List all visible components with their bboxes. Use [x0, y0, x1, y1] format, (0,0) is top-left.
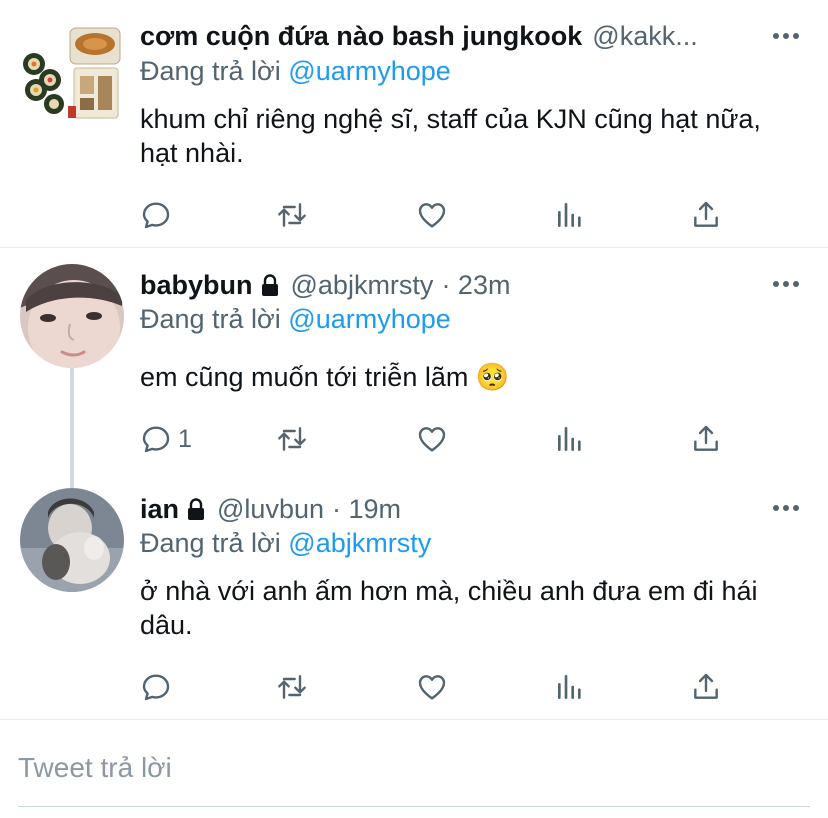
like-icon [418, 203, 446, 228]
reply-icon [142, 202, 170, 229]
reply-button[interactable] [140, 670, 172, 704]
analytics-button[interactable] [554, 422, 586, 456]
composer-underline [18, 806, 810, 807]
display-name[interactable]: ian [140, 494, 179, 525]
tweet-2[interactable]: babybun @abjkmrsty · 23m Đang trả lời @u… [0, 248, 828, 472]
like-button[interactable] [416, 422, 448, 456]
display-name[interactable]: cơm cuộn đứa nào bash jungkook [140, 21, 582, 52]
replying-prefix: Đang trả lời [140, 528, 281, 558]
tweet-divider [0, 719, 828, 720]
retweet-icon [278, 203, 306, 227]
replying-to: Đang trả lời @uarmyhope [140, 304, 451, 335]
share-icon [694, 673, 718, 699]
replying-to: Đang trả lời @uarmyhope [140, 56, 451, 87]
tweet-text: ở nhà với anh ấm hơn mà, chiều anh đưa e… [140, 576, 758, 640]
share-button[interactable] [690, 422, 722, 456]
avatar-com-cuon[interactable] [20, 20, 124, 124]
lock-icon [188, 498, 205, 520]
replying-prefix: Đang trả lời [140, 56, 281, 86]
avatar-ian[interactable] [20, 488, 124, 592]
more-icon[interactable] [772, 31, 800, 41]
retweet-button[interactable] [276, 670, 308, 704]
analytics-button[interactable] [554, 198, 586, 232]
share-button[interactable] [690, 198, 722, 232]
replying-mention[interactable]: @uarmyhope [288, 304, 451, 334]
more-icon[interactable] [772, 503, 800, 513]
user-handle[interactable]: @kakk... [592, 21, 697, 52]
tweet-time[interactable]: · 23m [441, 270, 510, 301]
share-button[interactable] [690, 670, 722, 704]
replying-to: Đang trả lời @abjkmrsty [140, 528, 431, 559]
retweet-icon [278, 427, 306, 451]
tweet-time[interactable]: · 19m [332, 494, 401, 525]
tweet-3[interactable]: ian @luvbun · 19m Đang trả lời @abjkmrst… [0, 472, 828, 720]
tweet-actions [140, 198, 740, 232]
reply-button[interactable] [140, 198, 172, 232]
replying-mention[interactable]: @uarmyhope [288, 56, 451, 86]
analytics-button[interactable] [554, 670, 586, 704]
reply-composer-input[interactable]: Tweet trả lời [18, 752, 172, 784]
retweet-icon [278, 675, 306, 699]
user-handle[interactable]: @luvbun [217, 494, 324, 525]
analytics-icon [558, 675, 581, 699]
like-button[interactable] [416, 670, 448, 704]
reply-icon [142, 426, 170, 453]
tweet-header: babybun @abjkmrsty · 23m [140, 267, 828, 303]
reply-count: 1 [178, 424, 192, 453]
user-handle[interactable]: @abjkmrsty [291, 270, 434, 301]
reply-button[interactable]: 1 [140, 422, 192, 456]
tweet-text: khum chỉ riêng nghệ sĩ, staff của KJN cũ… [140, 104, 761, 168]
retweet-button[interactable] [276, 422, 308, 456]
lock-icon [261, 274, 278, 296]
replying-prefix: Đang trả lời [140, 304, 281, 334]
analytics-icon [558, 427, 581, 451]
retweet-button[interactable] [276, 198, 308, 232]
tweet-header: ian @luvbun · 19m [140, 491, 828, 527]
avatar-babybun[interactable] [20, 264, 124, 368]
tweet-header: cơm cuộn đứa nào bash jungkook @kakk... [140, 18, 828, 54]
replying-mention[interactable]: @abjkmrsty [288, 528, 431, 558]
tweet-1[interactable]: cơm cuộn đứa nào bash jungkook @kakk... … [0, 0, 828, 248]
like-button[interactable] [416, 198, 448, 232]
tweet-actions: 1 [140, 422, 740, 456]
like-icon [418, 675, 446, 700]
share-icon [694, 201, 718, 227]
analytics-icon [558, 203, 581, 227]
share-icon [694, 425, 718, 451]
tweet-text: em cũng muốn tới triễn lãm 🥺 [140, 362, 510, 392]
tweet-actions [140, 670, 740, 704]
reply-icon [142, 674, 170, 701]
more-icon[interactable] [772, 279, 800, 289]
like-icon [418, 427, 446, 452]
display-name[interactable]: babybun [140, 270, 253, 301]
